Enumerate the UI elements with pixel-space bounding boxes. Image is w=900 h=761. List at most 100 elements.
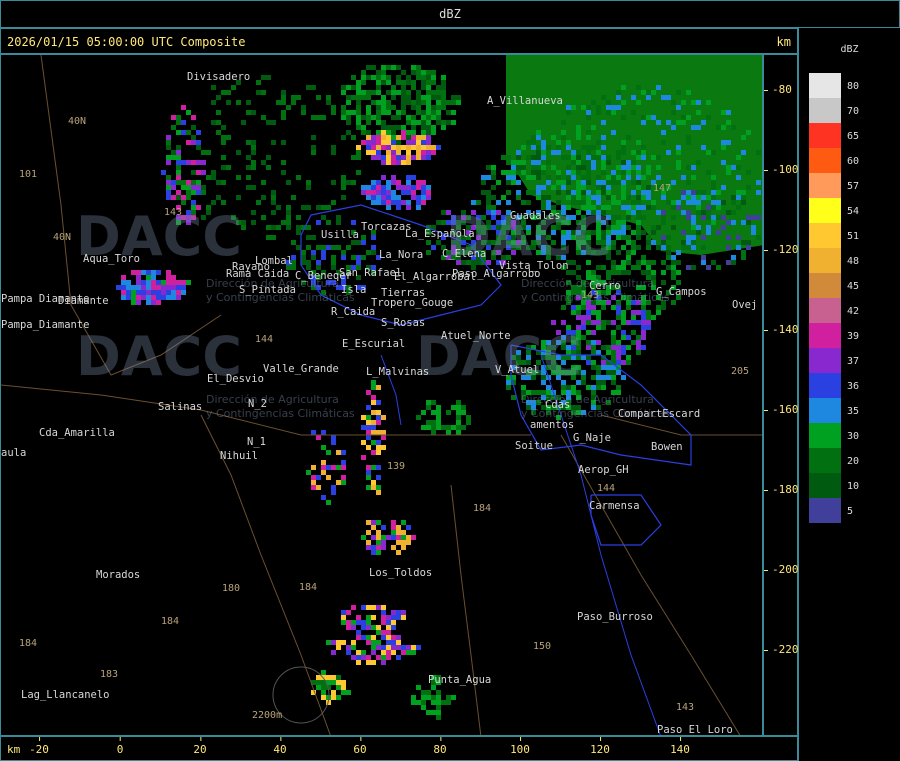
radar-echo — [361, 90, 366, 95]
radar-echo — [191, 190, 196, 195]
radar-echo — [366, 540, 371, 545]
radar-echo — [521, 145, 526, 150]
radar-echo — [601, 305, 606, 310]
radar-echo — [371, 185, 376, 190]
radar-echo — [196, 130, 201, 135]
radar-echo — [391, 160, 396, 165]
radar-echo — [566, 195, 571, 200]
radar-echo — [181, 120, 186, 125]
radar-echo — [366, 195, 371, 200]
radar-echo — [436, 405, 441, 410]
place-label: aula — [1, 447, 27, 459]
radar-echo — [166, 145, 171, 150]
legend-swatch: 48 — [809, 248, 859, 273]
radar-echo — [721, 110, 726, 115]
radar-echo — [346, 620, 351, 625]
radar-echo — [426, 75, 431, 80]
radar-echo — [586, 165, 591, 170]
radar-echo — [401, 95, 406, 100]
radar-echo — [281, 90, 286, 95]
radar-echo — [426, 195, 431, 200]
radar-echo — [641, 260, 646, 265]
radar-echo — [286, 210, 291, 215]
radar-echo — [341, 620, 346, 625]
radar-echo — [486, 195, 491, 200]
radar-echo — [606, 175, 611, 180]
radar-echo — [621, 145, 626, 150]
radar-echo — [366, 95, 371, 100]
radar-echo — [646, 205, 651, 210]
radar-echo — [356, 630, 361, 635]
radar-echo — [176, 115, 181, 120]
radar-echo — [166, 155, 171, 160]
radar-echo — [601, 120, 606, 125]
place-label: C_Elena — [442, 248, 487, 260]
radar-echo — [426, 420, 431, 425]
radar-echo — [656, 305, 661, 310]
radar-echo — [491, 175, 496, 180]
radar-echo — [741, 220, 746, 225]
radar-echo — [376, 185, 381, 190]
radar-echo — [676, 145, 681, 150]
radar-echo — [701, 235, 706, 240]
road-label: 184 — [473, 503, 492, 514]
radar-echo — [211, 120, 216, 125]
radar-echo — [636, 260, 641, 265]
radar-echo — [536, 135, 541, 140]
legend-swatch: 30 — [809, 423, 859, 448]
radar-echo — [616, 345, 621, 350]
radar-echo — [736, 155, 741, 160]
radar-echo — [616, 180, 621, 185]
radar-echo — [591, 145, 596, 150]
radar-echo — [486, 175, 491, 180]
radar-echo — [336, 685, 341, 690]
radar-echo — [386, 655, 391, 660]
radar-echo — [166, 290, 171, 295]
radar-echo — [411, 120, 416, 125]
radar-echo — [666, 95, 671, 100]
radar-echo — [401, 105, 406, 110]
radar-echo — [706, 210, 711, 215]
radar-echo — [176, 160, 181, 165]
radar-echo — [371, 430, 376, 435]
radar-map[interactable]: DACC Dirección de Agricultura y Continge… — [0, 54, 763, 736]
radar-echo — [371, 625, 376, 630]
radar-echo — [701, 245, 706, 250]
radar-echo — [216, 180, 221, 185]
radar-echo — [591, 320, 596, 325]
radar-echo — [246, 185, 251, 190]
radar-echo — [741, 200, 746, 205]
radar-echo — [536, 190, 541, 195]
radar-echo — [726, 235, 731, 240]
legend-label: 42 — [847, 306, 860, 317]
radar-echo — [441, 80, 446, 85]
radar-echo — [426, 190, 431, 195]
radar-echo — [616, 150, 621, 155]
radar-echo — [746, 240, 751, 245]
radar-echo — [641, 90, 646, 95]
radar-echo — [516, 165, 521, 170]
radar-echo — [376, 415, 381, 420]
radar-echo — [616, 310, 621, 315]
radar-echo — [456, 415, 461, 420]
radar-echo — [416, 145, 421, 150]
radar-echo — [636, 85, 641, 90]
radar-echo — [426, 405, 431, 410]
radar-echo — [381, 95, 386, 100]
radar-echo — [381, 105, 386, 110]
radar-echo — [616, 165, 621, 170]
watermark-line1: Dirección de Agricultura — [206, 393, 339, 406]
radar-echo — [341, 105, 346, 110]
radar-echo — [371, 145, 376, 150]
radar-echo — [336, 680, 341, 685]
radar-echo — [136, 300, 141, 305]
place-label: Ovej — [732, 299, 758, 311]
radar-echo — [741, 190, 746, 195]
radar-echo — [606, 375, 611, 380]
radar-echo — [381, 70, 386, 75]
radar-echo — [296, 175, 301, 180]
radar-echo — [661, 95, 666, 100]
radar-echo — [406, 645, 411, 650]
radar-echo — [406, 160, 411, 165]
radar-echo — [506, 170, 511, 175]
